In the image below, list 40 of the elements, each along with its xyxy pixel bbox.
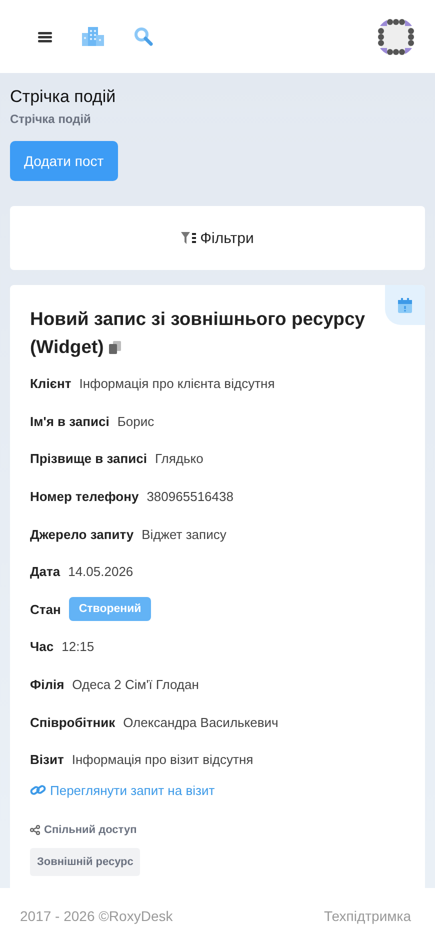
field-label: Джерело запиту <box>30 526 134 542</box>
field-label: Візит <box>30 752 64 768</box>
field-value: Одеса 2 Сім'ї Глодан <box>72 677 199 692</box>
copy-icon[interactable] <box>108 341 121 354</box>
field-value: 380965516438 <box>146 489 234 504</box>
field-value: Глядько <box>154 451 204 466</box>
event-title: Новий запис зі зовнішнього ресурсу (Widget) <box>30 307 366 359</box>
page-title: Стрічка подій <box>10 87 117 107</box>
field-value: Олександра Василькевич <box>123 714 278 730</box>
field-value: Борис <box>117 414 154 429</box>
field-label: Номер телефону <box>30 489 139 504</box>
support-link[interactable]: Техпідтримка <box>324 908 411 924</box>
breadcrumb: Стрічка подій <box>10 112 92 126</box>
menu-icon[interactable] <box>38 30 52 42</box>
field-label: Дата <box>30 564 60 580</box>
link-icon <box>30 783 46 798</box>
field-value: Інформація про візит відсутня <box>72 752 254 768</box>
calendar-icon <box>398 298 412 312</box>
avatar[interactable] <box>377 18 415 56</box>
field-value: 14.05.2026 <box>68 564 134 580</box>
copyright: 2017 - 2026 ©RoxyDesk <box>20 908 173 924</box>
field-value: 12:15 <box>62 639 94 654</box>
field-label: Час <box>30 639 54 654</box>
field-label: Прізвище в записі <box>30 451 147 466</box>
field-label: Клієнт <box>30 376 72 392</box>
share-icon <box>30 825 40 836</box>
view-request-link[interactable]: Переглянути запит на візит <box>30 782 215 798</box>
field-label: Філія <box>30 677 64 692</box>
search-icon[interactable] <box>134 27 153 46</box>
field-label: Стан <box>30 602 61 617</box>
field-value: Інформація про клієнта відсутня <box>79 376 275 392</box>
field-label: Співробітник <box>30 714 116 730</box>
filters-button[interactable]: Фільтри <box>10 206 425 270</box>
status-badge: Створений <box>68 597 152 622</box>
sharing-label: Спільний доступ <box>44 824 137 836</box>
add-post-button[interactable]: Додати пост <box>10 141 118 181</box>
tag: Зовнішній ресурс <box>30 848 140 876</box>
field-value: Віджет запису <box>142 526 226 542</box>
field-label: Ім'я в записі <box>30 414 110 429</box>
filter-icon <box>181 232 196 244</box>
